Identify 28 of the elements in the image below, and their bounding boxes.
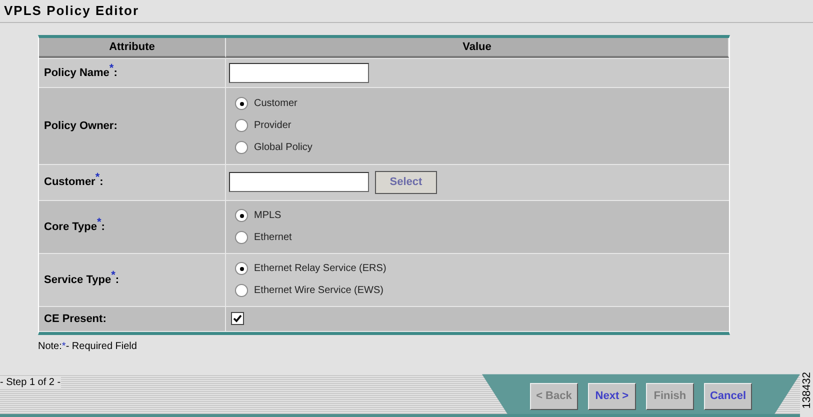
radio-label: Global Policy: [254, 142, 312, 154]
radio-button[interactable]: [235, 141, 248, 154]
page-title: VPLS Policy Editor: [4, 3, 140, 18]
radio-label: Ethernet Wire Service (EWS): [254, 285, 384, 296]
checkbox[interactable]: [231, 312, 244, 326]
field-label: Policy Owner:: [44, 120, 118, 132]
field-label: CE Present:: [44, 312, 106, 325]
radio-button[interactable]: [235, 284, 248, 298]
radio-label: Customer: [254, 98, 298, 110]
radio-label: Ethernet: [254, 232, 292, 244]
policy-name-field[interactable]: [229, 62, 369, 83]
figure-number: 138432: [801, 372, 813, 409]
select-button[interactable]: Select: [375, 170, 437, 194]
required-note: Note:*- Required Field: [38, 340, 138, 352]
radio-button[interactable]: [235, 97, 248, 110]
radio-button[interactable]: [235, 231, 248, 244]
radio-label: Ethernet Relay Service (ERS): [254, 263, 386, 274]
wizard-button[interactable]: Next >: [588, 382, 636, 410]
step-indicator: - Step 1 of 2 -: [0, 377, 61, 388]
customer-field[interactable]: [229, 172, 369, 192]
radio-button[interactable]: [235, 209, 248, 222]
radio-label: MPLS: [254, 210, 282, 222]
column-header: Attribute: [39, 38, 226, 58]
wizard-button[interactable]: Cancel: [704, 382, 752, 410]
radio-button[interactable]: [235, 262, 248, 276]
radio-button[interactable]: [235, 119, 248, 132]
column-header: Value: [226, 38, 729, 58]
radio-label: Provider: [254, 120, 292, 132]
